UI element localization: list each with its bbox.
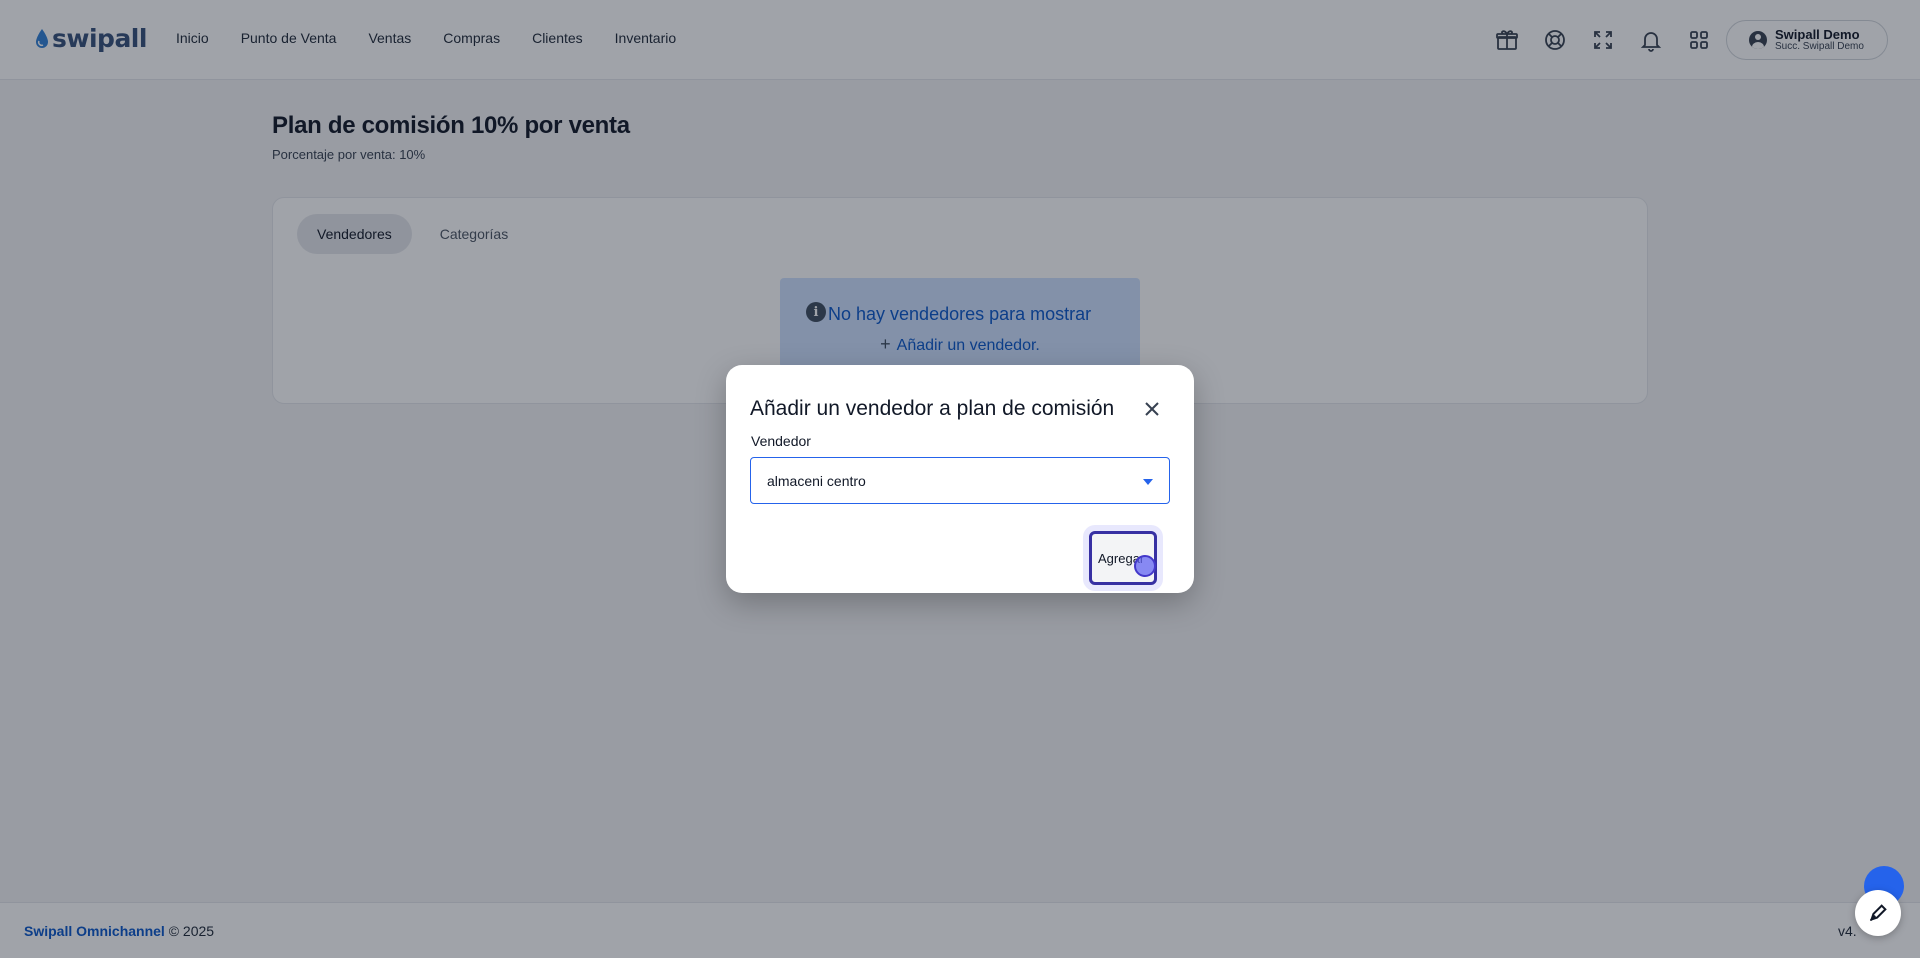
caret-down-icon: [1143, 479, 1153, 485]
close-icon[interactable]: [1140, 397, 1164, 421]
add-seller-modal: Añadir un vendedor a plan de comisión Ve…: [726, 365, 1194, 593]
pen-icon: [1869, 904, 1887, 922]
edit-fab-button[interactable]: [1855, 890, 1901, 936]
vendedor-select-value: almaceni centro: [767, 472, 866, 489]
click-indicator: [1134, 555, 1156, 577]
vendedor-select[interactable]: almaceni centro: [750, 457, 1170, 504]
modal-title: Añadir un vendedor a plan de comisión: [750, 397, 1115, 420]
vendedor-label: Vendedor: [751, 433, 811, 449]
